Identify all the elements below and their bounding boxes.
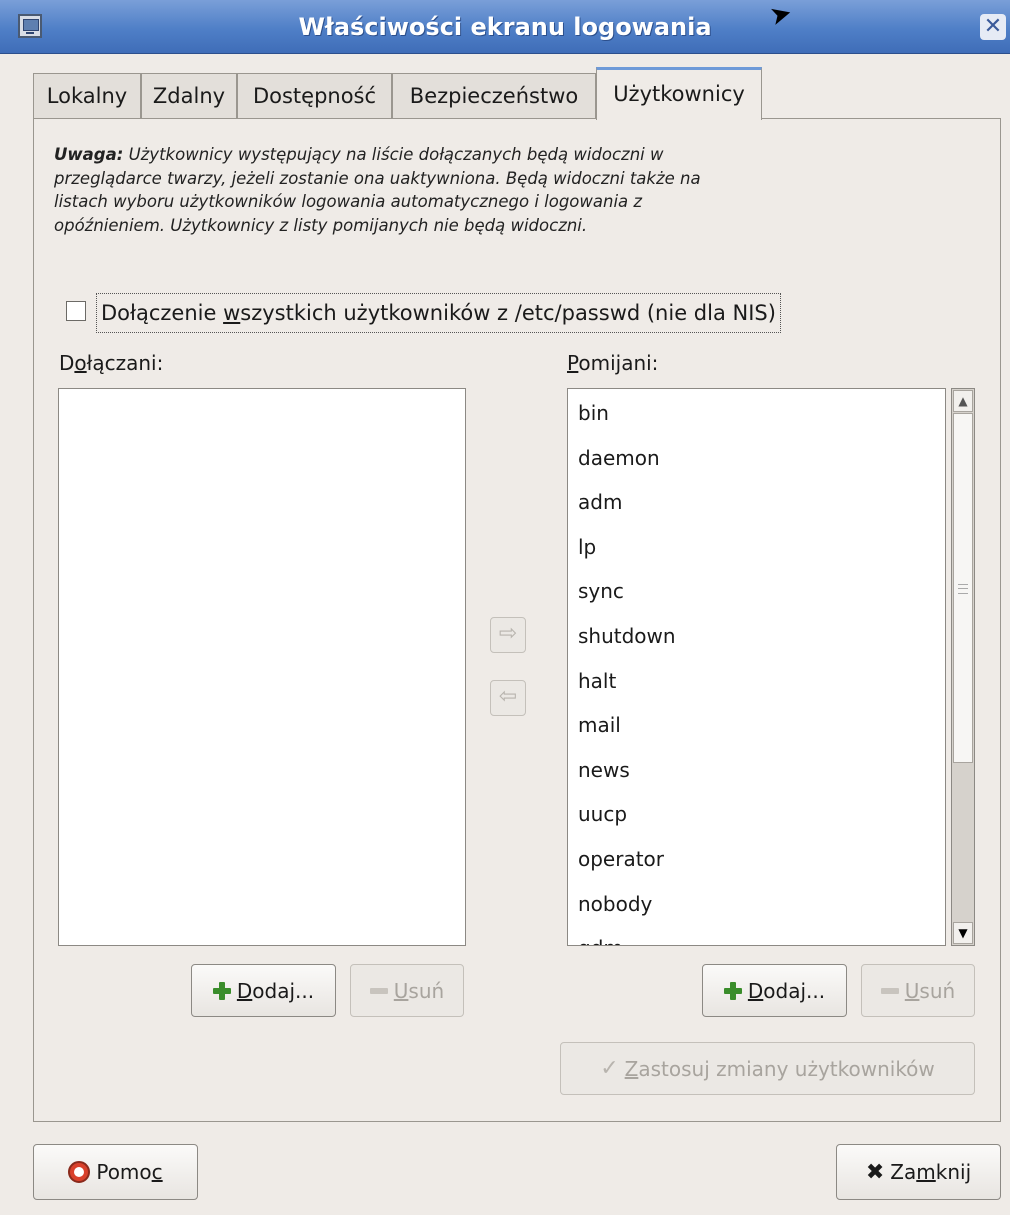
included-add-label: Dodaj... [236,978,315,1003]
list-item[interactable]: daemon [568,436,945,481]
included-label-part: D [59,351,75,375]
close-button[interactable]: ✖ Zamknij [836,1144,1001,1200]
list-item[interactable]: halt [568,659,945,704]
excluded-remove-label: Usuń [904,978,956,1003]
list-item[interactable]: news [568,748,945,793]
excluded-label: Pomijani: [567,350,658,376]
list-item[interactable]: gdm [568,926,945,945]
minus-icon [880,987,899,994]
scroll-up-icon[interactable]: ▲ [953,390,973,412]
arrow-right-icon: ⇨ [498,621,518,646]
include-all-label[interactable]: Dołączenie wszystkich użytkowników z /et… [96,293,781,333]
list-item[interactable]: shutdown [568,614,945,659]
tab-uzytkownicy[interactable]: Użytkownicy [596,67,762,120]
plus-icon [212,981,231,1000]
excluded-remove-button[interactable]: Usuń [861,964,975,1017]
excluded-label-mnemonic: P [567,351,579,375]
move-right-button[interactable]: ⇨ [490,617,526,653]
scrollbar-thumb[interactable] [953,413,973,763]
move-left-button[interactable]: ⇦ [490,680,526,716]
tab-lokalny[interactable]: Lokalny [33,73,141,119]
excluded-add-label: Dodaj... [747,978,826,1003]
excluded-add-button[interactable]: Dodaj... [702,964,847,1017]
close-label: Zamknij [890,1160,972,1184]
title-bar: Właściwości ekranu logowania ✕ [0,0,1010,54]
window-close-button[interactable]: ✕ [980,14,1006,40]
included-remove-button[interactable]: Usuń [350,964,464,1017]
grip-icon [958,584,968,594]
excluded-label-rest: omijani: [578,351,659,375]
included-label: Dołączani: [59,350,163,376]
list-item[interactable]: mail [568,703,945,748]
included-add-button[interactable]: Dodaj... [191,964,336,1017]
list-item[interactable]: adm [568,480,945,525]
check-icon: ✓ [600,1056,619,1081]
note-text: Uwaga: Użytkownicy występujący na liście… [54,143,754,237]
list-item[interactable]: operator [568,837,945,882]
x-icon: ✖ [865,1159,885,1185]
tab-dostepnosc[interactable]: Dostępność [237,73,392,119]
list-item[interactable]: bin [568,391,945,436]
window-title: Właściwości ekranu logowania [298,13,712,41]
tab-bezpieczenstwo[interactable]: Bezpieczeństwo [392,73,596,119]
included-label-mnemonic: o [74,351,87,375]
tab-zdalny[interactable]: Zdalny [141,73,237,119]
list-item[interactable]: uucp [568,792,945,837]
included-label-rest: łączani: [86,351,164,375]
include-all-checkbox[interactable] [66,301,86,321]
minus-icon [369,987,388,994]
help-button[interactable]: Pomoc [33,1144,198,1200]
include-all-label-part: Dołączenie [101,301,224,325]
plus-icon [723,981,742,1000]
excluded-list[interactable]: bin daemon adm lp sync shutdown halt mai… [567,388,946,946]
arrow-left-icon: ⇦ [498,684,518,709]
list-item[interactable]: nobody [568,882,945,927]
include-all-mnemonic: w [223,301,241,325]
help-label: Pomoc [96,1160,163,1184]
apply-changes-button[interactable]: ✓ Zastosuj zmiany użytkowników [560,1042,975,1095]
excluded-scrollbar[interactable]: ▲ ▼ [951,388,975,946]
apply-label: Zastosuj zmiany użytkowników [624,1056,935,1081]
included-list[interactable] [58,388,466,946]
list-item[interactable]: lp [568,525,945,570]
lifebuoy-icon [68,1161,91,1183]
note-body: Użytkownicy występujący na liście dołącz… [54,145,701,235]
include-all-label-rest: szystkich użytkowników z /etc/passwd (ni… [240,301,776,325]
note-bold: Uwaga: [54,145,124,164]
included-remove-label: Usuń [393,978,445,1003]
scroll-down-icon[interactable]: ▼ [953,922,973,944]
list-item[interactable]: sync [568,569,945,614]
